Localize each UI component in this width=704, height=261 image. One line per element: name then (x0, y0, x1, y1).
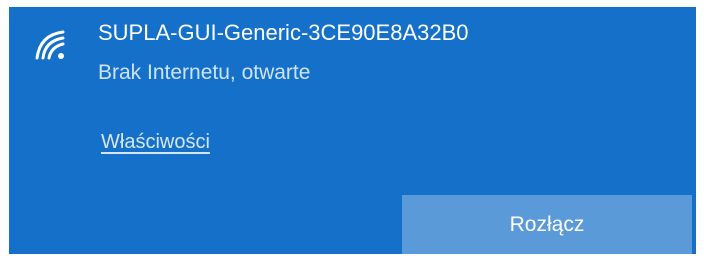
network-status: Brak Internetu, otwarte (98, 61, 311, 84)
disconnect-button[interactable]: Rozłącz (402, 195, 692, 254)
network-item-panel[interactable]: SUPLA-GUI-Generic-3CE90E8A32B0 Brak Inte… (9, 7, 696, 254)
properties-link[interactable]: Właściwości (101, 128, 210, 156)
network-ssid: SUPLA-GUI-Generic-3CE90E8A32B0 (98, 20, 469, 45)
wifi-icon (35, 30, 65, 60)
